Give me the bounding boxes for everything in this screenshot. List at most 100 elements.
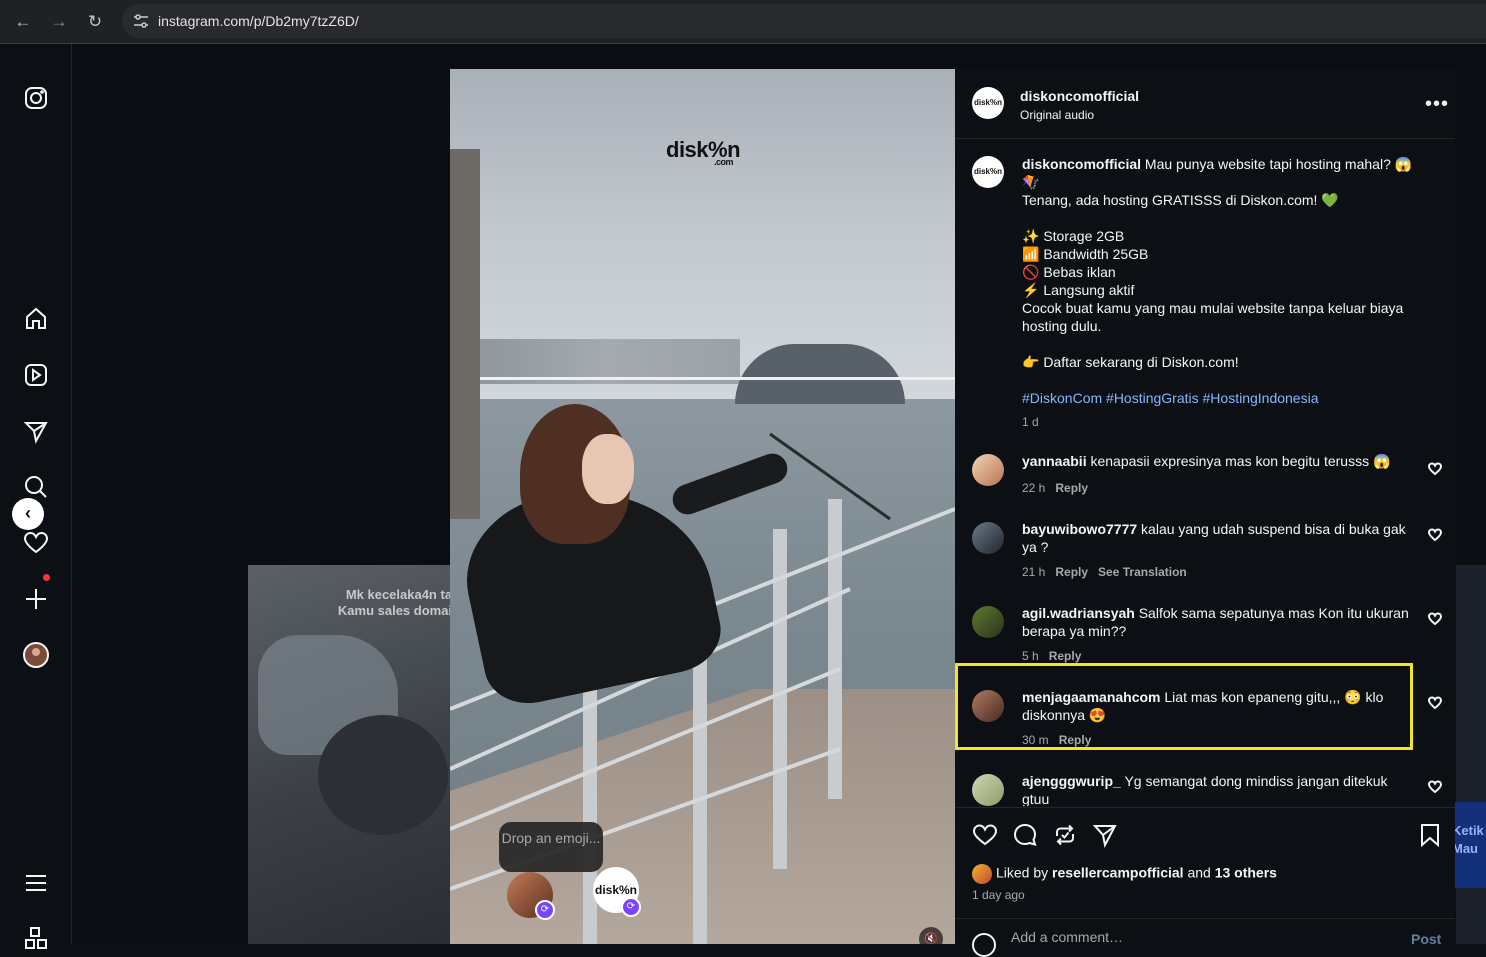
comment-username[interactable]: ajengggwurip_ — [1022, 773, 1121, 789]
see-translation-button[interactable]: See Translation — [1098, 565, 1187, 579]
thumbnail-caption-line: Kamu sales domain — [337, 603, 450, 618]
likes-and: and — [1187, 864, 1211, 881]
caption-author-avatar[interactable]: disk%n — [972, 156, 1004, 188]
audio-label[interactable]: Original audio — [1020, 108, 1094, 122]
caption-line: ✨ Storage 2GB — [1022, 228, 1125, 244]
liker-username[interactable]: resellercampofficial — [1052, 865, 1184, 881]
reply-button[interactable]: Reply — [1059, 733, 1092, 747]
home-icon[interactable] — [22, 305, 50, 333]
save-bookmark-icon[interactable] — [1417, 822, 1443, 848]
comment-meta: 5 h Reply — [1022, 649, 1081, 663]
caption-line: 🪁 — [1022, 174, 1040, 190]
like-comment-icon[interactable] — [1427, 696, 1443, 710]
like-comment-icon[interactable] — [1427, 612, 1443, 626]
comment-body: yannaabii kenapasii expresinya mas kon b… — [1022, 452, 1412, 470]
thumbnail-caption: Mk kecelaka4n tap Kamu sales domain — [300, 587, 450, 619]
comment-bubble-icon[interactable] — [1012, 822, 1038, 848]
create-plus-icon[interactable] — [22, 585, 50, 613]
reels-icon[interactable] — [22, 361, 50, 389]
notification-dot — [43, 574, 50, 581]
background-next-thumbnail-text: Ketik Mau — [1452, 802, 1486, 888]
reply-button[interactable]: Reply — [1055, 565, 1088, 579]
drop-emoji-bubble[interactable]: Drop an emoji... — [499, 822, 603, 872]
comment-avatar[interactable] — [972, 454, 1004, 486]
comment-time[interactable]: 5 h — [1022, 649, 1039, 663]
author-avatar[interactable]: disk%n — [972, 87, 1004, 119]
previous-post-button[interactable]: ‹ — [12, 498, 44, 530]
caption-line: Cocok buat kamu yang mau mulai website t… — [1022, 300, 1404, 334]
next-thumbnail-line: Ketik — [1452, 823, 1484, 838]
comment-body: agil.wadriansyah Salfok sama sepatunya m… — [1022, 604, 1412, 640]
instagram-logo-icon[interactable] — [22, 84, 50, 112]
messages-icon[interactable] — [22, 417, 50, 445]
caption-username[interactable]: diskoncomofficial — [1022, 156, 1141, 172]
repost-badge-icon: ⟳ — [535, 900, 555, 920]
likes-summary[interactable]: Liked by resellercampofficial and 13 oth… — [972, 864, 1277, 884]
comment-body: ajengggwurip_ Yg semangat dong mindiss j… — [1022, 772, 1412, 806]
like-comment-icon[interactable] — [1427, 462, 1443, 476]
profile-avatar[interactable] — [22, 641, 50, 669]
brand-watermark-sub: .com — [714, 157, 734, 167]
comment-avatar[interactable] — [972, 606, 1004, 638]
comment-time[interactable]: 22 h — [1022, 481, 1045, 495]
like-comment-icon[interactable] — [1427, 780, 1443, 794]
comment-body: menjagaamanahcom Liat mas kon epaneng gi… — [1022, 688, 1412, 724]
caption-line: 🚫 Bebas iklan — [1022, 264, 1116, 280]
caption-hashtags[interactable]: #DiskonCom #HostingGratis #HostingIndone… — [1022, 389, 1422, 407]
comment-username[interactable]: agil.wadriansyah — [1022, 605, 1135, 621]
like-heart-icon[interactable] — [972, 822, 998, 848]
reply-button[interactable]: Reply — [1055, 481, 1088, 495]
comment-input[interactable] — [1011, 929, 1391, 945]
menu-hamburger-icon[interactable] — [22, 869, 50, 897]
comment-body: bayuwibowo7777 kalau yang udah suspend b… — [1022, 520, 1412, 556]
video-brand-watermark: disk%n .com — [666, 137, 741, 167]
comment-avatar[interactable] — [972, 522, 1004, 554]
comment-username[interactable]: bayuwibowo7777 — [1022, 521, 1137, 537]
notifications-heart-icon[interactable] — [22, 529, 50, 557]
comment-meta: 21 h Reply See Translation — [1022, 565, 1187, 579]
caption-line: Mau punya website tapi hosting mahal? 😱 — [1144, 156, 1413, 172]
more-apps-icon[interactable] — [22, 924, 50, 952]
post-video[interactable]: disk%n .com 🔇 — [450, 69, 955, 944]
comment-username[interactable]: yannaabii — [1022, 453, 1087, 469]
url-text: instagram.com/p/Db2my7tzZ6D/ — [158, 13, 359, 29]
next-thumbnail-line: Mau — [1452, 841, 1478, 856]
like-comment-icon[interactable] — [1427, 528, 1443, 542]
author-username[interactable]: diskoncomofficial — [1020, 88, 1139, 104]
address-bar[interactable]: instagram.com/p/Db2my7tzZ6D/ — [122, 4, 1486, 38]
hashtags-link[interactable]: #DiskonCom #HostingGratis #HostingIndone… — [1022, 390, 1318, 406]
post-details-panel: disk%n diskoncomofficial Original audio … — [955, 69, 1455, 957]
mute-icon[interactable]: 🔇 — [919, 927, 943, 944]
comment-time[interactable]: 30 m — [1022, 733, 1049, 747]
caption-line: 👉 Daftar sekarang di Diskon.com! — [1022, 354, 1239, 370]
repost-icon[interactable] — [1052, 822, 1078, 848]
background-post-thumbnail[interactable]: Mk kecelaka4n tap Kamu sales domain — [248, 565, 450, 944]
browser-toolbar: ← → ↻ instagram.com/p/Db2my7tzZ6D/ — [0, 0, 1486, 44]
post-comment-button[interactable]: Post — [1411, 931, 1441, 947]
caption-timestamp[interactable]: 1 d — [1022, 415, 1039, 429]
share-send-icon[interactable] — [1092, 822, 1118, 848]
comment-username[interactable]: menjagaamanahcom — [1022, 689, 1161, 705]
emoji-picker-icon[interactable] — [972, 933, 996, 957]
more-options-icon[interactable]: ••• — [1425, 93, 1449, 116]
comment-time[interactable]: 21 h — [1022, 565, 1045, 579]
liker-avatar[interactable] — [972, 864, 992, 884]
likes-others[interactable]: 13 others — [1215, 865, 1277, 881]
post-actions: Liked by resellercampofficial and 13 oth… — [955, 807, 1455, 957]
reply-button[interactable]: Reply — [1049, 649, 1082, 663]
search-icon[interactable] — [22, 473, 50, 501]
likes-prefix: Liked by — [996, 864, 1049, 881]
comment-text: kenapasii expresinya mas kon begitu teru… — [1090, 453, 1391, 469]
comment-meta: 22 h Reply — [1022, 481, 1088, 495]
post-age[interactable]: 1 day ago — [972, 888, 1025, 902]
comment-avatar[interactable] — [972, 690, 1004, 722]
sidebar — [0, 44, 72, 949]
caption-line: ⚡ Langsung aktif — [1022, 282, 1135, 298]
back-icon[interactable]: ← — [10, 9, 36, 35]
thumbnail-caption-line: Mk kecelaka4n tap — [345, 587, 450, 602]
forward-icon[interactable]: → — [46, 9, 72, 35]
reload-icon[interactable]: ↻ — [82, 9, 108, 35]
site-settings-icon[interactable] — [132, 12, 150, 30]
thumbnail-person-shape — [318, 715, 448, 835]
comment-avatar[interactable] — [972, 774, 1004, 806]
